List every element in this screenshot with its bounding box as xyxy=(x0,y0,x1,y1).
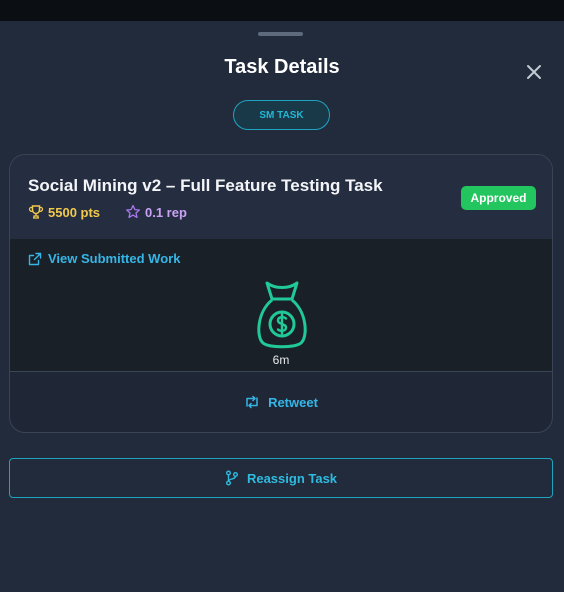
close-button[interactable] xyxy=(524,62,544,82)
money-bag-icon xyxy=(255,279,309,351)
drag-handle[interactable] xyxy=(258,32,303,36)
retweet-icon xyxy=(246,395,258,409)
view-submitted-work-label: View Submitted Work xyxy=(48,251,181,266)
task-card-header: Social Mining v2 – Full Feature Testing … xyxy=(10,155,552,239)
points-value: 5500 pts xyxy=(48,204,101,220)
reputation-reward: 0.1 rep xyxy=(125,204,187,220)
points-reward: 5500 pts xyxy=(28,204,100,220)
retweet-button[interactable]: Retweet xyxy=(10,372,552,432)
status-bar xyxy=(0,0,564,21)
branch-icon xyxy=(225,470,238,486)
task-type-chip: SM TASK xyxy=(233,100,330,130)
modal-title: Task Details xyxy=(224,56,340,78)
status-badge: Approved xyxy=(461,186,536,210)
task-details-sheet: Task Details SM TASK Social Mining v2 – … xyxy=(0,21,564,592)
submission-panel: View Submitted Work 6m xyxy=(10,239,552,371)
view-submitted-work-link[interactable]: View Submitted Work xyxy=(28,251,180,266)
close-icon xyxy=(527,65,541,79)
reassign-task-label: Reassign Task xyxy=(246,470,338,486)
external-link-icon xyxy=(28,252,42,265)
reputation-value: 0.1 rep xyxy=(145,204,187,220)
reassign-task-button[interactable]: Reassign Task xyxy=(9,458,553,498)
star-icon xyxy=(126,204,140,219)
trophy-icon xyxy=(28,205,44,219)
retweet-label: Retweet xyxy=(268,394,318,410)
time-elapsed: 6m xyxy=(272,353,290,367)
task-card: Social Mining v2 – Full Feature Testing … xyxy=(9,154,553,433)
task-title: Social Mining v2 – Full Feature Testing … xyxy=(28,176,383,195)
